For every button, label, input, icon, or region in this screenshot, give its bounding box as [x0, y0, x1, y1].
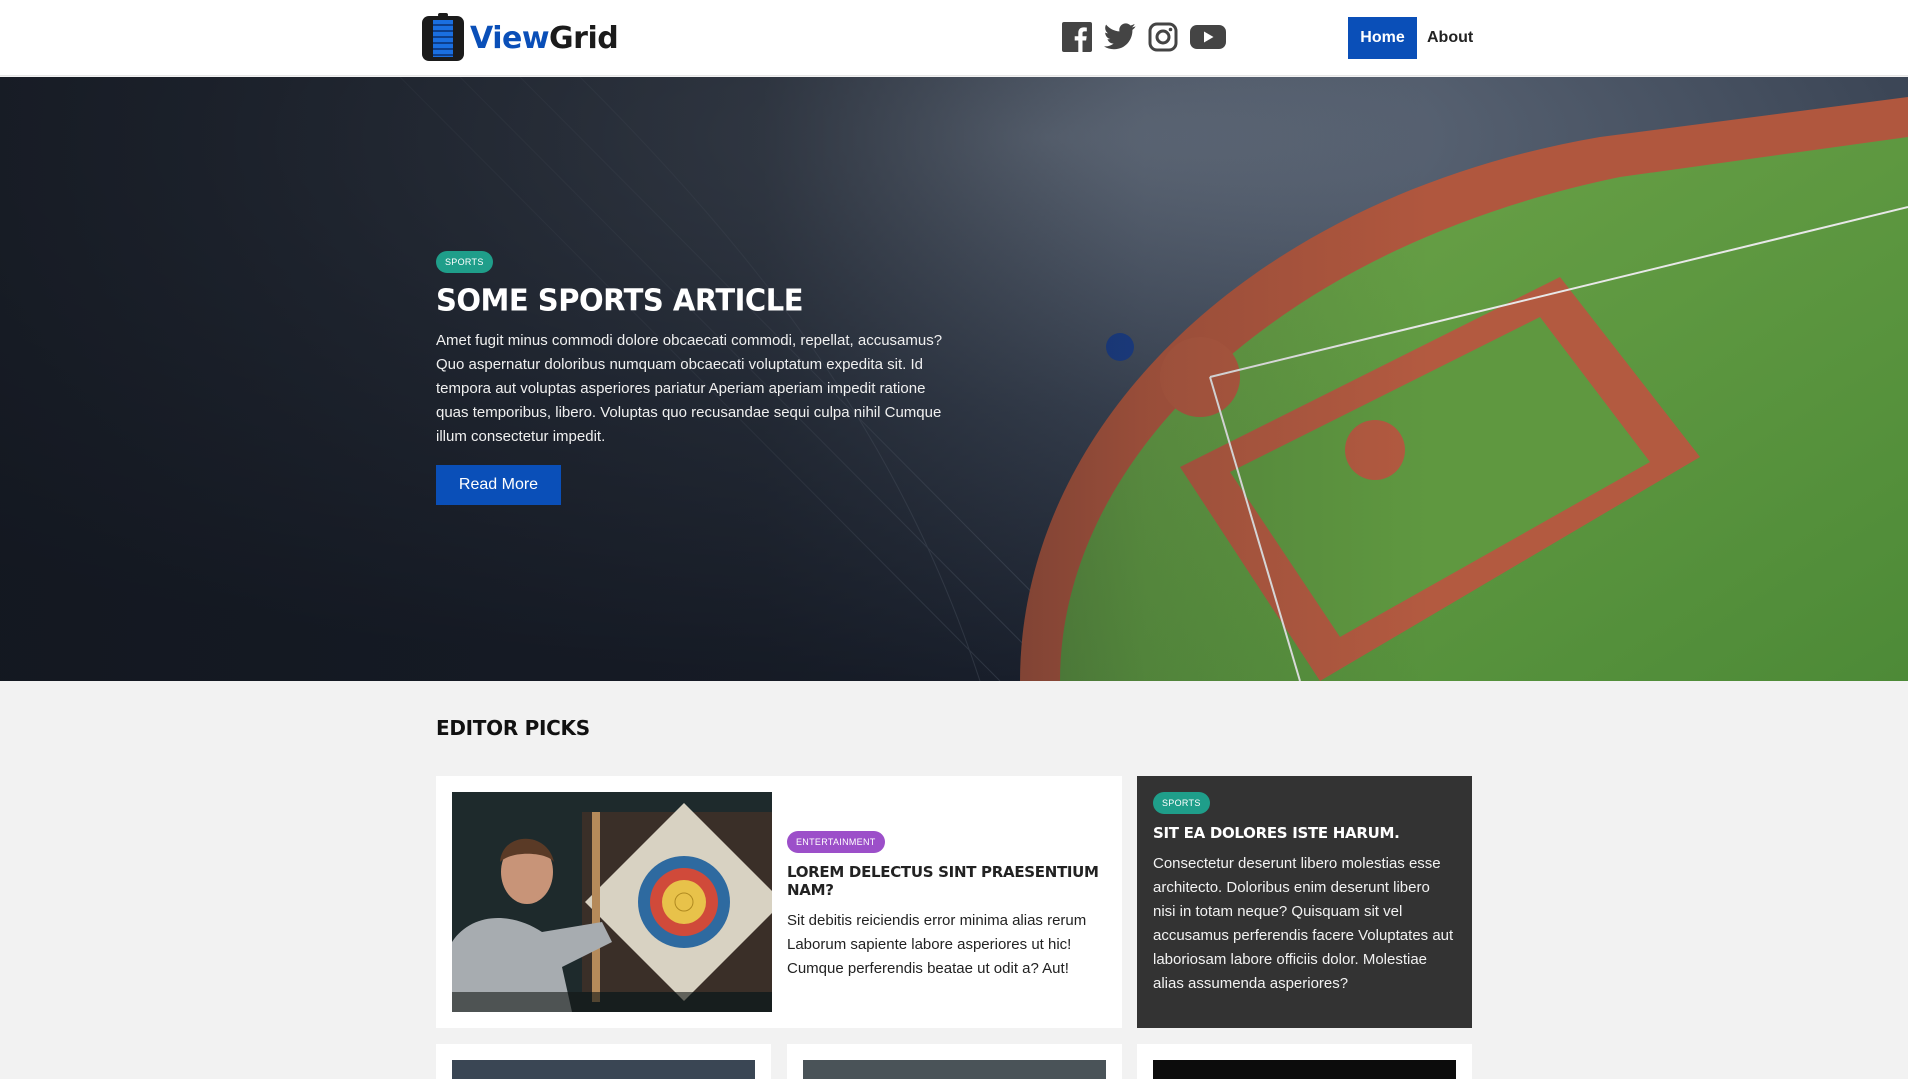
main-nav: Home About [1348, 17, 1483, 59]
article-card-dark[interactable]: SPORTS SIT EA DOLORES ISTE HARUM. Consec… [1137, 776, 1472, 1028]
facebook-icon[interactable] [1062, 22, 1092, 57]
article-excerpt: Sit debitis reiciendis error minima alia… [787, 912, 1087, 977]
article-card-body: ENTERTAINMENT LOREM DELECTUS SINT PRAESE… [787, 831, 1107, 981]
nav-home[interactable]: Home [1348, 17, 1417, 59]
youtube-icon[interactable] [1190, 23, 1226, 56]
instagram-icon[interactable] [1148, 22, 1178, 57]
nav-about[interactable]: About [1417, 17, 1483, 59]
site-header: ViewGrid Home About [0, 0, 1908, 76]
archery-image[interactable] [452, 792, 772, 1012]
article-image[interactable] [803, 1060, 1106, 1079]
site-logo[interactable]: ViewGrid [422, 13, 619, 61]
article-image[interactable] [452, 1060, 755, 1079]
logo-text: ViewGrid [470, 21, 619, 56]
section-title: EDITOR PICKS [436, 716, 590, 740]
category-badge[interactable]: SPORTS [1153, 792, 1210, 814]
article-image[interactable] [1153, 1060, 1456, 1079]
hero-content: SPORTS SOME SPORTS ARTICLE Amet fugit mi… [436, 251, 956, 505]
article-title[interactable]: SIT EA DOLORES ISTE HARUM. [1153, 824, 1456, 842]
read-more-button[interactable]: Read More [436, 465, 561, 505]
hero-excerpt: Amet fugit minus commodi dolore obcaecat… [436, 332, 943, 445]
category-badge[interactable]: SPORTS [436, 251, 493, 273]
social-links [1062, 22, 1226, 57]
logo-icon [422, 13, 464, 61]
article-card[interactable] [787, 1044, 1122, 1079]
article-card[interactable] [436, 1044, 771, 1079]
hero-title[interactable]: SOME SPORTS ARTICLE [436, 282, 956, 318]
hero-banner: SPORTS SOME SPORTS ARTICLE Amet fugit mi… [0, 77, 1908, 681]
article-title[interactable]: LOREM DELECTUS SINT PRAESENTIUM NAM? [787, 863, 1107, 899]
category-badge[interactable]: ENTERTAINMENT [787, 831, 885, 853]
article-card[interactable]: ENTERTAINMENT LOREM DELECTUS SINT PRAESE… [436, 776, 1122, 1028]
article-card[interactable] [1137, 1044, 1472, 1079]
twitter-icon[interactable] [1103, 23, 1136, 56]
article-excerpt: Consectetur deserunt libero molestias es… [1153, 855, 1454, 992]
